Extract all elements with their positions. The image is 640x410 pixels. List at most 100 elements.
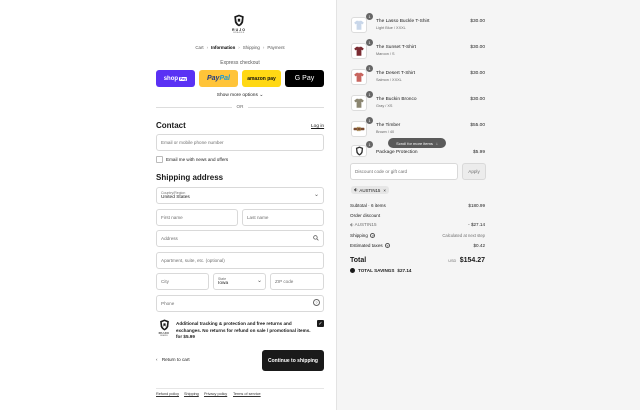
breadcrumb-shipping: Shipping [242, 45, 260, 50]
apply-label: Apply [468, 169, 480, 174]
country-select[interactable]: Country/Region United States [156, 187, 324, 204]
paypal-button[interactable]: Pay Pal [199, 70, 238, 87]
quantity-badge: 1 [366, 141, 373, 148]
first-name-placeholder: First name [161, 215, 183, 220]
shield-logo-icon [355, 146, 363, 156]
tshirt-icon [354, 98, 364, 108]
amazon-pay-button[interactable]: amazon pay [242, 70, 281, 87]
refund-policy-link[interactable]: Refund policy [156, 392, 179, 396]
phone-placeholder: Phone [161, 301, 175, 306]
express-checkout-title: Express checkout [220, 60, 260, 66]
tshirt-icon [354, 20, 364, 30]
breadcrumb: Cart › Information › Shipping › Payment [156, 45, 324, 50]
zip-field[interactable]: ZIP code [270, 273, 324, 290]
total-savings: TOTAL SAVINGS $27.14 [350, 268, 411, 273]
chevron-right-icon: › [206, 45, 209, 50]
google-pay-label: G Pay [294, 75, 315, 82]
show-more-options-link[interactable]: Show more options ⌄ [156, 93, 324, 98]
apartment-placeholder: Apartment, suite, etc. (optional) [161, 258, 225, 263]
product-price: $30.00 [470, 45, 485, 50]
shield-logo-icon [234, 14, 244, 27]
shipping-summary-value: Calculated at next step [442, 233, 485, 238]
address-placeholder: Address [161, 236, 178, 241]
product-variant: Maroon / S [376, 52, 395, 56]
return-to-cart-label: Return to cart [161, 357, 190, 362]
continue-label: Continue to shipping [268, 357, 318, 364]
breadcrumb-information: Information [211, 45, 236, 50]
taxes-text: Estimated taxes [350, 243, 383, 248]
shipping-summary-label: Shipping ? [350, 233, 376, 238]
product-variant: Salmon / XXXL [376, 78, 402, 82]
shop-pay-button[interactable]: shop Pay [156, 70, 195, 87]
shipping-policy-link[interactable]: Shipping [184, 392, 199, 396]
apply-button[interactable]: Apply [462, 163, 486, 180]
scroll-hint-label: Scroll for more items [396, 140, 433, 146]
chevron-right-icon: › [262, 45, 265, 50]
login-link[interactable]: Log in [311, 124, 324, 129]
help-icon[interactable]: ? [370, 233, 376, 238]
paypal-label-b: Pal [219, 75, 230, 82]
apartment-field[interactable]: Apartment, suite, etc. (optional) [156, 252, 324, 269]
chevron-right-icon: › [238, 45, 240, 50]
order-discount-value: - $27.14 [468, 222, 485, 227]
order-summary-panel: 1 The Lasso Buckle T-Shirt Light Blue / … [336, 0, 640, 410]
quantity-badge: 1 [366, 13, 373, 20]
news-checkbox[interactable] [156, 156, 163, 163]
discount-placeholder: Discount code or gift card [355, 169, 408, 174]
quantity-badge: 1 [366, 91, 373, 98]
first-name-field[interactable]: First name [156, 209, 238, 226]
chevron-down-icon: ⌄ [259, 93, 264, 98]
email-placeholder: Email or mobile phone number [161, 140, 224, 145]
quantity-badge: 1 [366, 39, 373, 46]
shipping-address-heading: Shipping address [156, 173, 224, 182]
footer-divider [156, 388, 324, 389]
savings-label: TOTAL SAVINGS [358, 268, 395, 273]
belt-icon [353, 126, 365, 132]
city-placeholder: City [161, 279, 169, 284]
total-value: $154.27 [459, 257, 485, 264]
address-field[interactable]: Address [156, 230, 324, 247]
show-more-label: Show more options [216, 93, 258, 98]
shop-pay-label: shop [163, 75, 179, 82]
help-icon[interactable]: ? [313, 299, 320, 306]
continue-to-shipping-button[interactable]: Continue to shipping [262, 350, 324, 371]
currency-code: USD [448, 259, 457, 263]
subtotal-value: $180.99 [468, 203, 485, 208]
google-pay-button[interactable]: G Pay [285, 70, 324, 87]
product-name: The Lasso Buckle T-Shirt [376, 19, 430, 24]
email-field[interactable]: Email or mobile phone number [156, 134, 324, 151]
discount-code-input[interactable]: Discount code or gift card [350, 163, 458, 180]
last-name-field[interactable]: Last name [242, 209, 324, 226]
return-to-cart-link[interactable]: ‹ Return to cart [156, 357, 190, 362]
contact-heading: Contact [156, 121, 186, 130]
product-price: $5.99 [472, 150, 485, 155]
tag-icon [350, 268, 355, 273]
shop-pay-tag: Pay [179, 76, 188, 81]
paypal-label-a: Pay [207, 75, 220, 82]
close-icon[interactable]: × [383, 188, 386, 193]
discount-tag: ⬖ AUSTIN15 × [351, 186, 389, 194]
phone-field[interactable]: Phone [156, 295, 324, 312]
product-thumbnail [351, 95, 367, 111]
taxes-label: Estimated taxes ? [350, 243, 390, 248]
order-discount-label: Order discount [350, 213, 381, 218]
city-field[interactable]: City [156, 273, 209, 290]
total-amount: USD $154.27 [435, 257, 485, 264]
breadcrumb-cart[interactable]: Cart [195, 45, 203, 50]
taxes-value: $0.42 [473, 243, 486, 248]
privacy-policy-link[interactable]: Privacy policy [204, 392, 227, 396]
protection-logo: RUJO BRANDS [156, 319, 172, 341]
amazon-pay-label: amazon pay [247, 75, 276, 82]
order-discount-code-text: AUSTIN15 [354, 222, 377, 227]
product-name: The Buckin Bronco [376, 97, 417, 102]
last-name-placeholder: Last name [247, 215, 269, 220]
protection-checkbox[interactable]: ✓ [317, 320, 324, 327]
tag-icon: ⬖ [350, 222, 354, 227]
scroll-more-items-hint[interactable]: Scroll for more items ↓ [388, 138, 446, 148]
brand-logo[interactable]: RUJO BRANDS [230, 14, 248, 36]
subtotal-label: Subtotal · 6 items [350, 203, 386, 208]
order-discount-code: ⬖ AUSTIN15 [350, 222, 377, 228]
help-icon[interactable]: ? [384, 243, 390, 248]
state-value: Iowa [218, 281, 229, 286]
terms-of-service-link[interactable]: Terms of service [233, 392, 261, 396]
